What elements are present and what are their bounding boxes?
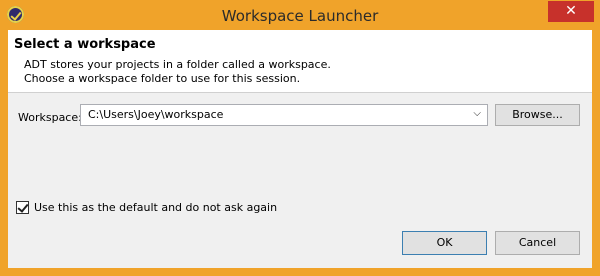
workspace-launcher-window: Workspace Launcher ✕ Select a workspace …	[0, 0, 600, 276]
dialog-header: Select a workspace ADT stores your proje…	[8, 30, 592, 93]
workspace-label: Workspace:	[18, 111, 82, 124]
header-description: ADT stores your projects in a folder cal…	[24, 58, 331, 86]
cancel-button[interactable]: Cancel	[495, 231, 580, 255]
workspace-combobox[interactable]: C:\Users\Joey\workspace ⌵	[80, 104, 488, 126]
default-workspace-checkbox-label[interactable]: Use this as the default and do not ask a…	[34, 201, 277, 214]
workspace-path-value[interactable]: C:\Users\Joey\workspace	[88, 108, 223, 121]
dialog-client-area: Select a workspace ADT stores your proje…	[8, 30, 592, 268]
header-description-line-2: Choose a workspace folder to use for thi…	[24, 72, 301, 85]
close-icon: ✕	[565, 3, 577, 19]
default-workspace-checkbox[interactable]	[16, 201, 29, 214]
close-button[interactable]: ✕	[548, 1, 594, 22]
ok-button[interactable]: OK	[402, 231, 487, 255]
title-bar[interactable]: Workspace Launcher ✕	[0, 0, 600, 30]
header-title: Select a workspace	[14, 37, 156, 52]
browse-button[interactable]: Browse...	[495, 104, 580, 126]
chevron-down-icon[interactable]: ⌵	[473, 108, 481, 119]
header-description-line-1: ADT stores your projects in a folder cal…	[24, 58, 331, 71]
window-title: Workspace Launcher	[221, 7, 379, 25]
